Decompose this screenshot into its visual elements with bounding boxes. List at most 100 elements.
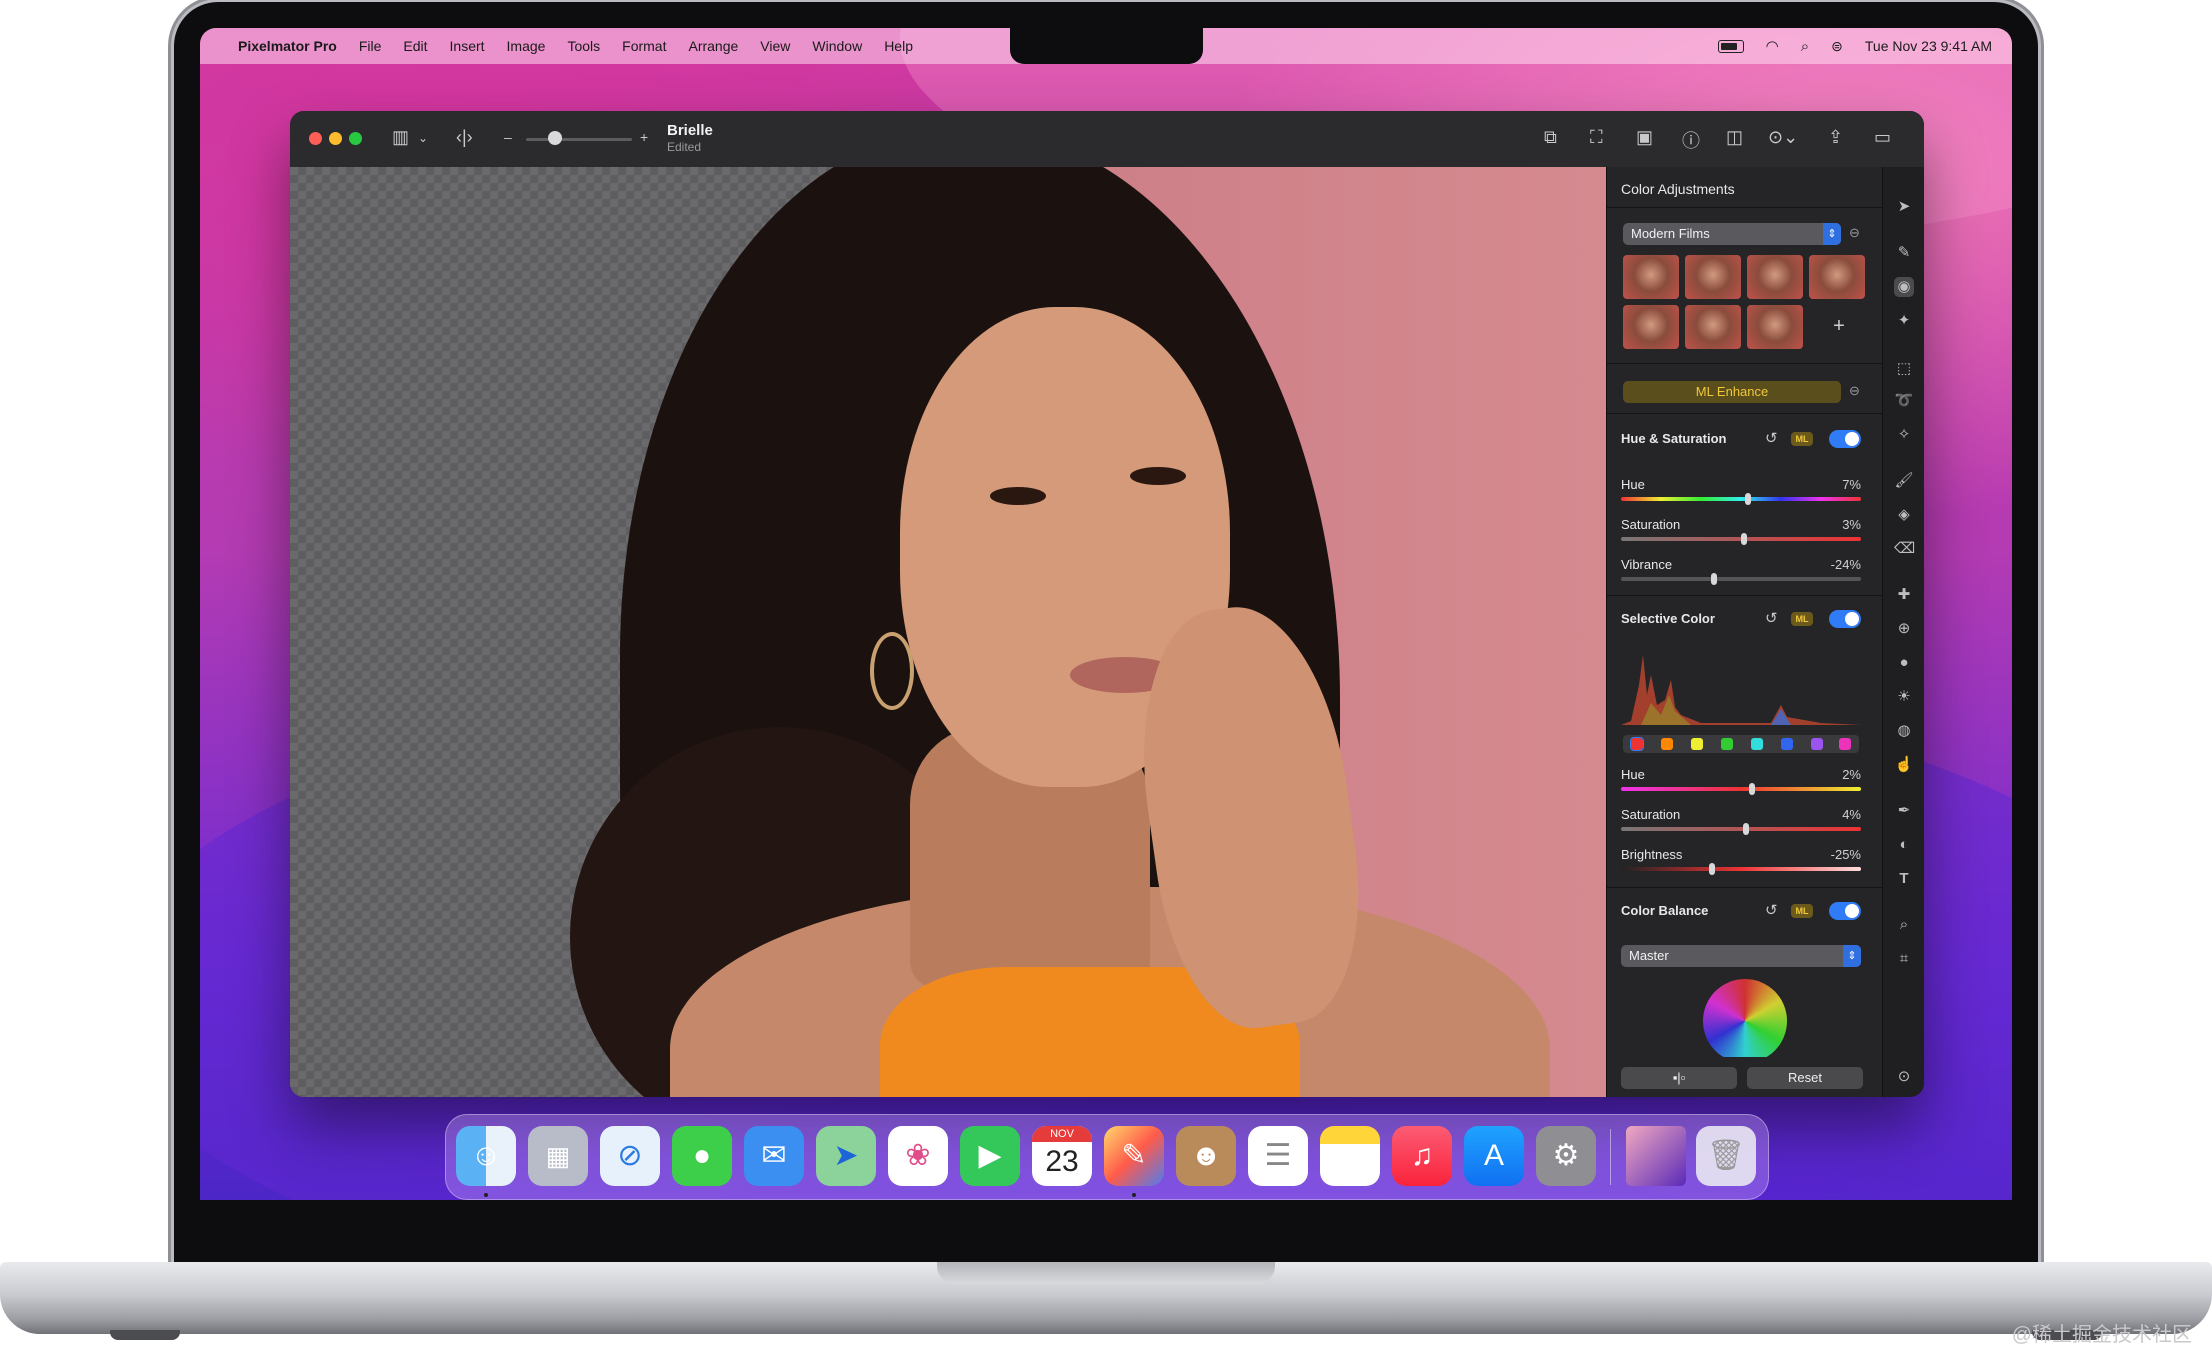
swatch-red[interactable] [1630,737,1644,751]
color-adjust-tool-icon[interactable]: ◉ [1894,277,1914,297]
ml-badge[interactable]: ML [1791,904,1813,918]
share-icon[interactable]: ⇪ [1828,127,1843,148]
hue-slider[interactable] [1621,787,1861,791]
menu-view[interactable]: View [760,38,790,54]
hue-slider[interactable] [1621,497,1861,501]
preset-thumbnail[interactable] [1809,255,1865,299]
info-icon[interactable]: ⓘ [1682,127,1700,153]
lasso-tool-icon[interactable]: ➰ [1894,391,1914,411]
system-preferences-icon[interactable]: ⚙ [1536,1126,1596,1186]
vibrance-value[interactable]: -24% [1797,557,1861,572]
pixelmator-pro-icon[interactable]: ✎ [1104,1126,1164,1186]
color-wheel[interactable] [1703,979,1787,1063]
app-store-icon[interactable]: A [1464,1126,1524,1186]
minimize-button[interactable] [329,132,342,145]
pen-tool-icon[interactable]: ✒ [1894,801,1914,821]
maps-icon[interactable]: ➤ [816,1126,876,1186]
hue-slider-knob[interactable] [1745,493,1751,505]
more-icon[interactable]: ⊙⌄ [1768,127,1798,148]
reset-icon[interactable]: ↺ [1765,901,1778,919]
hue-value[interactable]: 7% [1797,477,1861,492]
style-tool-icon[interactable]: ✎ [1894,243,1914,263]
swatch-cyan[interactable] [1751,738,1763,750]
safari-icon[interactable]: ⊘ [600,1126,660,1186]
layers-nav-icon[interactable]: ‹|› [456,127,473,148]
preset-thumbnail[interactable] [1685,305,1741,349]
sidebar-toggle-icon[interactable]: ▥ [392,127,409,148]
selective-color-toggle[interactable] [1829,610,1861,628]
messages-icon[interactable]: ● [672,1126,732,1186]
zoom-out-label[interactable]: – [504,129,512,145]
menu-insert[interactable]: Insert [450,38,485,54]
effects-tool-icon[interactable]: ✦ [1894,311,1914,331]
swatch-yellow[interactable] [1691,738,1703,750]
brightness-slider[interactable] [1621,867,1861,871]
close-button[interactable] [309,132,322,145]
paint-tool-icon[interactable]: 🖌 [1894,471,1914,491]
crop-rotate-icon[interactable]: ◫ [1726,127,1743,148]
hue-slider-knob[interactable] [1749,783,1755,795]
inspector-toggle-icon[interactable]: ▭ [1874,127,1891,148]
options-icon[interactable]: ⊖ [1849,383,1860,399]
ml-badge[interactable]: ML [1791,432,1813,446]
saturation-slider[interactable] [1621,827,1861,831]
brightness-slider-knob[interactable] [1709,863,1715,875]
crop-tool-icon[interactable]: ⌗ [1894,949,1914,969]
menu-tools[interactable]: Tools [567,38,600,54]
swatch-blue[interactable] [1781,738,1793,750]
saturation-slider-knob[interactable] [1741,533,1747,545]
finder-icon[interactable]: ☺ [456,1126,516,1186]
saturation-value[interactable]: 4% [1797,807,1861,822]
vibrance-slider-knob[interactable] [1711,573,1717,585]
menu-format[interactable]: Format [622,38,666,54]
downloads-stack-icon[interactable] [1626,1126,1686,1186]
eraser-tool-icon[interactable]: ⌫ [1894,539,1915,559]
sponge-tool-icon[interactable]: ◍ [1894,721,1914,741]
swatch-purple[interactable] [1811,738,1823,750]
lighten-tool-icon[interactable]: ☀ [1894,687,1914,707]
preset-thumbnail[interactable] [1623,305,1679,349]
brightness-value[interactable]: -25% [1797,847,1861,862]
wifi-icon[interactable]: ◠ [1766,37,1779,55]
control-center-icon[interactable]: ⊜ [1831,38,1843,55]
shapes-tool-icon[interactable]: ◐ [1894,835,1914,855]
mail-icon[interactable]: ✉ [744,1126,804,1186]
zoom-in-label[interactable]: + [640,129,648,145]
swatch-orange[interactable] [1661,738,1673,750]
arrange-icon[interactable]: ⧉ [1544,127,1557,148]
sharpen-tool-icon[interactable]: ● [1894,653,1914,673]
balance-mode-popup[interactable]: Master ⇕ [1621,945,1861,967]
zoom-button[interactable] [349,132,362,145]
preset-popup[interactable]: Modern Films ⇕ [1623,223,1841,245]
swatch-magenta[interactable] [1839,738,1851,750]
type-tool-icon[interactable]: T [1894,869,1914,889]
preset-thumbnail[interactable] [1747,255,1803,299]
trash-icon[interactable]: 🗑 [1696,1126,1756,1186]
selection-tool-icon[interactable]: ⬚ [1894,359,1914,379]
person-icon[interactable]: ▣ [1636,127,1653,148]
chevron-down-icon[interactable]: ⌄ [418,131,428,145]
arrow-tool-icon[interactable]: ➤ [1894,197,1914,217]
retouch-tool-icon[interactable]: ✚ [1894,585,1914,605]
reset-button[interactable]: Reset [1747,1067,1863,1089]
clone-tool-icon[interactable]: ⊕ [1894,619,1914,639]
reminders-icon[interactable]: ☰ [1248,1126,1308,1186]
music-icon[interactable]: ♫ [1392,1126,1452,1186]
ml-badge[interactable]: ML [1791,612,1813,626]
add-preset-button[interactable]: + [1819,315,1859,345]
preset-thumbnail[interactable] [1685,255,1741,299]
menu-image[interactable]: Image [507,38,546,54]
zoom-tool-icon[interactable]: ⌕ [1894,915,1914,935]
calendar-icon[interactable]: NOV 23 [1032,1126,1092,1186]
warp-tool-icon[interactable]: ☝ [1894,755,1914,775]
preset-thumbnail[interactable] [1623,255,1679,299]
saturation-slider-knob[interactable] [1743,823,1749,835]
image-canvas[interactable] [290,167,1606,1097]
reset-icon[interactable]: ↺ [1765,429,1778,447]
compare-button[interactable]: ▪|▫ [1621,1067,1737,1089]
more-tools-icon[interactable]: ⊙ [1894,1067,1914,1087]
launchpad-icon[interactable]: ▦ [528,1126,588,1186]
notes-icon[interactable] [1320,1126,1380,1186]
reset-icon[interactable]: ↺ [1765,609,1778,627]
zoom-slider-knob[interactable] [548,131,562,145]
